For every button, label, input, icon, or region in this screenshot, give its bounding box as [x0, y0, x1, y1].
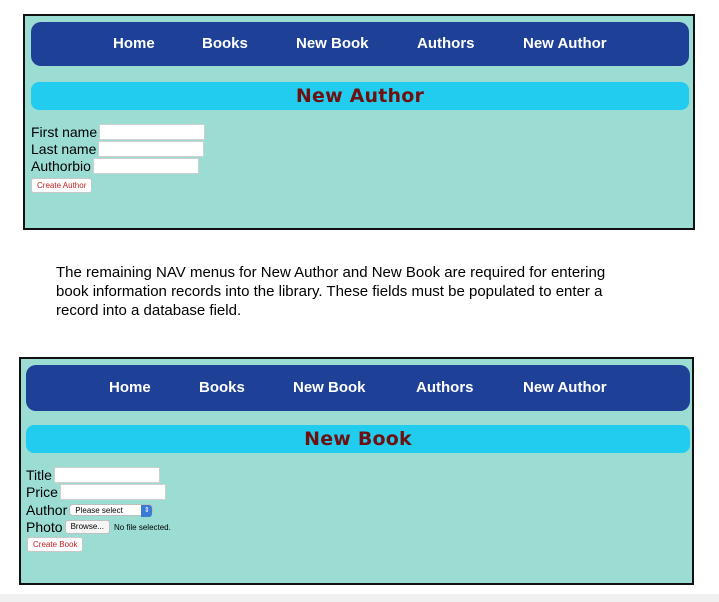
nav-authors-link[interactable]: Authors — [417, 22, 475, 66]
description-text: The remaining NAV menus for New Author a… — [56, 264, 606, 319]
nav-bar: Home Books New Book Authors New Author — [26, 365, 690, 411]
price-label: Price — [26, 484, 58, 501]
photo-row: Photo Browse... No file selected. — [26, 518, 171, 535]
create-book-button[interactable]: Create Book — [27, 537, 84, 552]
first-name-input[interactable] — [99, 124, 206, 141]
first-name-row: First name — [31, 123, 206, 141]
last-name-input[interactable] — [98, 141, 205, 158]
nav-authors-link[interactable]: Authors — [416, 365, 474, 411]
create-author-button[interactable]: Create Author — [31, 178, 93, 193]
author-bio-input[interactable] — [92, 158, 199, 175]
new-book-panel: Home Books New Book Authors New Author N… — [19, 357, 694, 585]
author-bio-label: Authorbio — [31, 158, 91, 175]
page-title: New Book — [304, 428, 412, 450]
select-arrows-icon: ⇕ — [141, 505, 153, 518]
nav-home-link[interactable]: Home — [109, 365, 151, 411]
page-title: New Author — [295, 85, 425, 107]
nav-home-link[interactable]: Home — [113, 22, 155, 66]
page-footer-strip — [0, 594, 719, 602]
browse-button[interactable]: Browse... — [64, 520, 110, 535]
new-author-panel: Home Books New Book Authors New Author N… — [23, 14, 695, 230]
nav-new-author-link[interactable]: New Author — [523, 365, 607, 411]
last-name-label: Last name — [31, 141, 97, 158]
nav-new-book-link[interactable]: New Book — [296, 22, 369, 66]
first-name-label: First name — [31, 124, 98, 141]
nav-new-author-link[interactable]: New Author — [523, 22, 607, 66]
price-input[interactable] — [59, 484, 166, 501]
photo-label: Photo — [26, 519, 63, 536]
nav-bar: Home Books New Book Authors New Author — [31, 22, 689, 66]
nav-new-book-link[interactable]: New Book — [293, 365, 366, 411]
title-label: Title — [26, 467, 52, 484]
nav-books-link[interactable]: Books — [199, 365, 245, 411]
author-select[interactable]: Please select ⇕ — [69, 504, 154, 518]
last-name-row: Last name — [31, 140, 205, 158]
page-heading-banner: New Author — [31, 82, 689, 110]
author-bio-row: Authorbio — [31, 157, 199, 175]
page-heading-banner: New Book — [26, 425, 690, 453]
title-row: Title — [26, 466, 160, 484]
price-row: Price — [26, 483, 166, 501]
author-row: Author Please select ⇕ — [26, 501, 154, 519]
author-label: Author — [26, 502, 68, 519]
author-select-value: Please select — [75, 506, 123, 516]
nav-books-link[interactable]: Books — [202, 22, 248, 66]
title-input[interactable] — [53, 467, 160, 484]
file-status-text: No file selected. — [113, 522, 171, 532]
